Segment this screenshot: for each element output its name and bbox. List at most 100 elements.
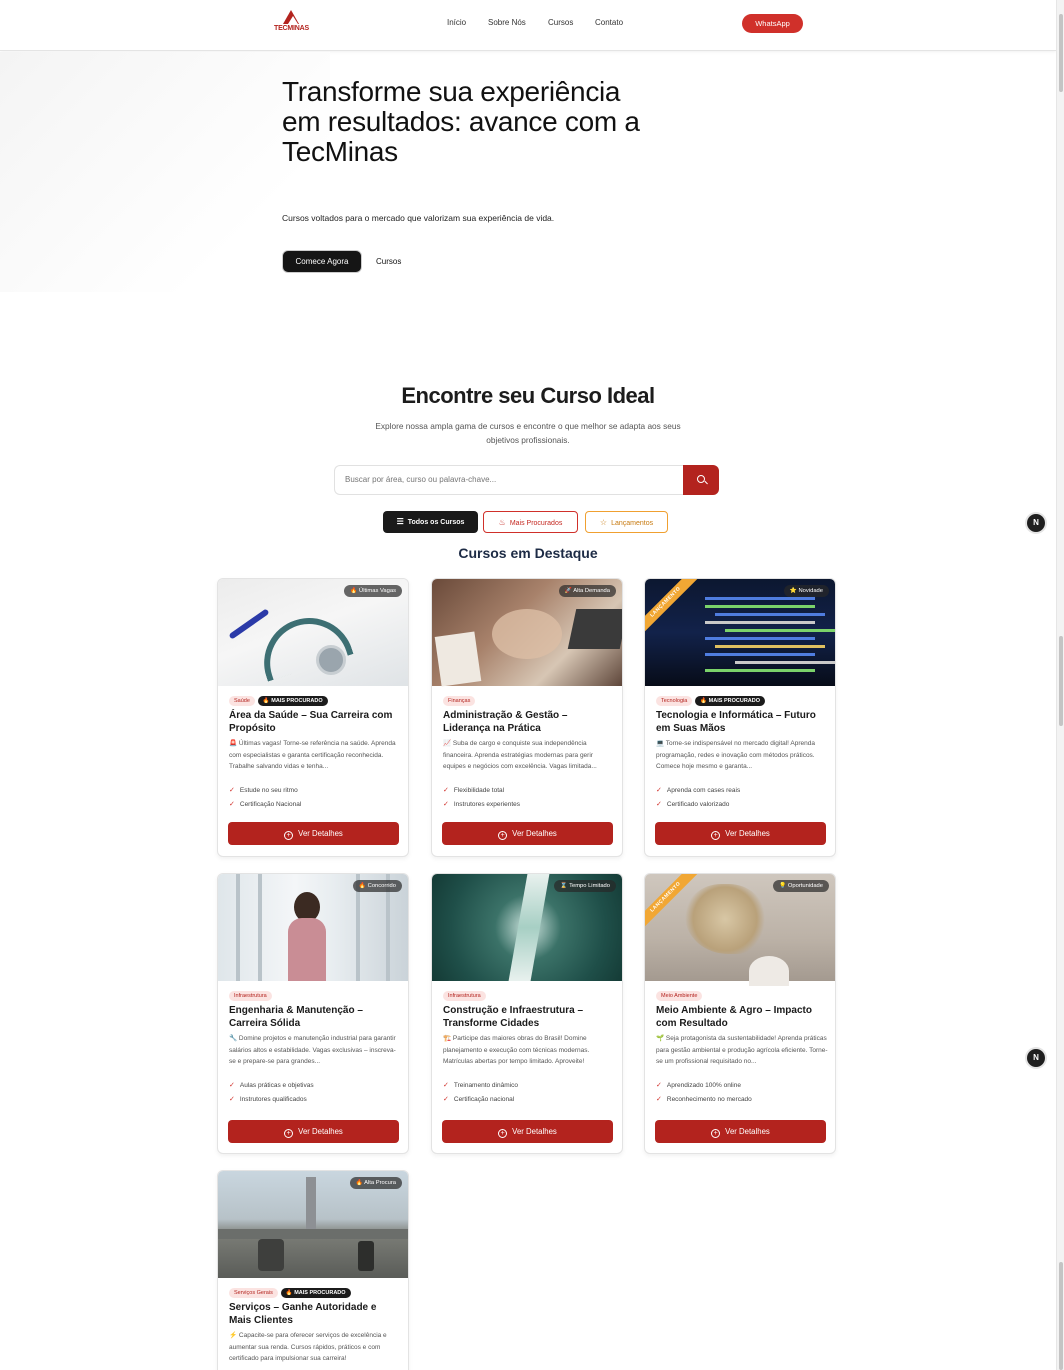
course-title: Construção e Infraestrutura – Transforme… [443,1005,584,1029]
filter-mais-procurados[interactable]: ♨ Mais Procurados [483,511,578,533]
course-description: 📈 Suba de cargo e conquiste sua independ… [443,740,597,770]
course-feature: ✓ Estude no seu ritmo [229,787,298,794]
category-tag: Meio Ambiente [656,991,703,1001]
comece-agora-button[interactable]: Comece Agora [283,251,361,272]
hero-background [0,52,330,292]
nav-link-sobre-nos[interactable]: Sobre Nós [488,18,526,27]
nav-link-cursos[interactable]: Cursos [548,18,573,27]
course-feature: ✓ Instrutores experientes [443,801,520,808]
course-card-engenharia: 🔥 Concorrido Infraestrutura Engenharia &… [217,873,409,1154]
category-tag: Infraestrutura [443,991,486,1001]
most-searched-tag: 🔥 MAIS PROCURADO [695,696,766,706]
course-feature: ✓ Aulas práticas e objetivas [229,1082,314,1089]
plus-circle-icon: + [711,831,721,840]
course-description: 💻 Torne-se indispensável no mercado digi… [656,740,816,770]
category-tag: Serviços Gerais [229,1288,278,1298]
floating-n-button[interactable]: N [1027,1049,1045,1067]
course-description: ⚡ Capacite-se para oferecer serviços de … [229,1332,387,1362]
course-feature: ✓ Reconhecimento no mercado [656,1096,752,1103]
check-icon: ✓ [656,787,662,794]
ver-detalhes-button[interactable]: + Ver Detalhes [442,822,613,845]
check-icon: ✓ [443,1082,449,1089]
course-feature: ✓ Instrutores qualificados [229,1096,307,1103]
list-icon: ☰ [396,517,404,526]
plus-circle-icon: + [284,1129,294,1138]
filter-todos-os-cursos[interactable]: ☰ Todos os Cursos [383,511,478,533]
ver-detalhes-button[interactable]: + Ver Detalhes [442,1120,613,1143]
check-icon: ✓ [656,1082,662,1089]
check-icon: ✓ [443,787,449,794]
check-icon: ✓ [229,801,235,808]
course-card-servicos: 🔥 Alta Procura Serviços Gerais 🔥 MAIS PRO… [217,1170,409,1370]
course-description: 🔧 Domine projetos e manutenção industria… [229,1035,396,1065]
course-description: 🏗️ Participe das maiores obras do Brasil… [443,1035,590,1065]
check-icon: ✓ [656,801,662,808]
flame-icon: ♨ [498,518,506,527]
category-tag: Saúde [229,696,255,706]
card-status-badge: 🚀 Alta Demanda [558,585,616,597]
plus-circle-icon: + [498,1129,508,1138]
course-feature: ✓ Certificação Nacional [229,801,302,808]
page-scrollbar[interactable] [1056,0,1064,1370]
course-feature: ✓ Flexibilidade total [443,787,505,794]
ver-detalhes-button[interactable]: + Ver Detalhes [655,822,826,845]
logo-text: TECMINAS [274,25,309,32]
check-icon: ✓ [229,787,235,794]
tecminas-logo[interactable]: TECMINAS [274,10,309,38]
top-navigation-bar: TECMINAS Início Sobre Nós Cursos Contato… [0,0,1056,51]
ver-detalhes-button[interactable]: + Ver Detalhes [228,1120,399,1143]
hero-subtitle: Cursos voltados para o mercado que valor… [282,213,555,223]
search-button[interactable] [683,465,719,495]
card-status-badge: 🔥 Concorrido [352,880,402,892]
course-feature: ✓ Aprenda com cases reais [656,787,741,794]
course-title: Serviços – Ganhe Autoridade e Mais Clien… [229,1302,377,1326]
most-searched-tag: 🔥 MAIS PROCURADO [257,696,328,706]
course-feature: ✓ Aprendizado 100% online [656,1082,741,1089]
nav-link-contato[interactable]: Contato [595,18,623,27]
ver-detalhes-button[interactable]: + Ver Detalhes [228,822,399,845]
section-description: Explore nossa ampla gama de cursos e enc… [375,421,681,445]
most-searched-tag: 🔥 MAIS PROCURADO [280,1288,351,1298]
filter-lancamentos[interactable]: ☆ Lançamentos [585,511,668,533]
course-title: Área da Saúde – Sua Carreira com Propósi… [229,710,393,734]
course-card-saude: 🔥 Últimas Vagas Saúde 🔥 MAIS PROCURADO Ár… [217,578,409,857]
course-title: Meio Ambiente & Agro – Impacto com Resul… [656,1005,812,1029]
star-icon: ☆ [599,518,608,527]
check-icon: ✓ [656,1096,662,1103]
scrollbar-thumb[interactable] [1059,14,1063,92]
hero-title: Transforme sua experiência em resultados… [282,76,640,167]
course-title: Administração & Gestão – Liderança na Pr… [443,710,568,734]
ver-detalhes-button[interactable]: + Ver Detalhes [655,1120,826,1143]
check-icon: ✓ [229,1096,235,1103]
course-title: Tecnologia e Informática – Futuro em Sua… [656,710,816,734]
cursos-link-button[interactable]: Cursos [376,257,401,266]
floating-n-button[interactable]: N [1027,514,1045,532]
featured-courses-title: Cursos em Destaque [458,545,598,561]
plus-circle-icon: + [498,831,508,840]
category-tag: Infraestrutura [229,991,272,1001]
check-icon: ✓ [443,1096,449,1103]
plus-circle-icon: + [711,1129,721,1138]
card-status-badge: 🔥 Alta Procura [349,1177,402,1189]
card-status-badge: 🔥 Últimas Vagas [344,585,402,597]
course-search-input[interactable] [334,465,684,495]
course-card-meio-ambiente: LANÇAMENTO 💡 Oportunidade Meio Ambiente … [644,873,836,1154]
course-card-tecnologia: LANÇAMENTO ⭐ Novidade Tecnologia 🔥 MAIS P… [644,578,836,857]
course-feature: ✓ Treinamento dinâmico [443,1082,518,1089]
course-card-administracao: 🚀 Alta Demanda Finanças Administração & … [431,578,623,857]
category-tag: Finanças [443,696,476,706]
course-description: 🌱 Seja protagonista da sustentabilidade!… [656,1035,828,1065]
card-status-badge: 💡 Oportunidade [773,880,829,892]
category-tag: Tecnologia [656,696,693,706]
course-card-construcao: ⌛ Tempo Limitado Infraestrutura Construç… [431,873,623,1154]
course-feature: ✓ Certificado valorizado [656,801,730,808]
course-title: Engenharia & Manutenção – Carreira Sólid… [229,1005,363,1029]
check-icon: ✓ [443,801,449,808]
nav-link-inicio[interactable]: Início [447,18,466,27]
check-icon: ✓ [229,1082,235,1089]
course-feature: ✓ Certificação nacional [443,1096,515,1103]
plus-circle-icon: + [284,831,294,840]
whatsapp-button[interactable]: WhatsApp [742,14,803,33]
course-description: 🚨 Últimas vagas! Torne-se referência na … [229,740,396,770]
section-title: Encontre seu Curso Ideal [401,383,655,408]
